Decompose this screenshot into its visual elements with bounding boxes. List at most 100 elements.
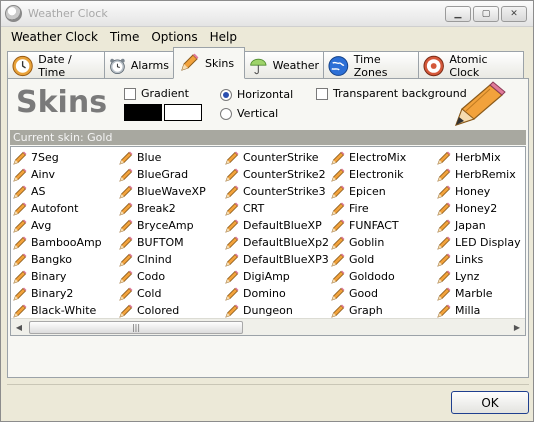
skin-list-item[interactable]: CounterStrike (225, 149, 331, 166)
skin-list-item[interactable]: BlueWaveXP (119, 183, 225, 200)
menu-help[interactable]: Help (204, 30, 243, 44)
menu-weather-clock[interactable]: Weather Clock (5, 30, 104, 44)
scroll-right-arrow[interactable]: ▶ (509, 320, 525, 335)
scroll-thumb[interactable]: ||| (29, 320, 243, 334)
window-controls: ▁ ▢ ✕ (445, 5, 533, 22)
skins-column: ElectroMix Electronik Epicen Fire FUNFACT Gob… (331, 149, 437, 336)
skin-list-item[interactable]: CounterStrike3 (225, 183, 331, 200)
horizontal-radio[interactable]: Horizontal (220, 88, 293, 101)
skin-list-item[interactable]: Links (437, 251, 534, 268)
skin-list-item[interactable]: FUNFACT (331, 217, 437, 234)
skin-list-item[interactable]: Electronik (331, 166, 437, 183)
transparent-checkbox-box[interactable] (316, 87, 328, 100)
skin-list-item[interactable]: Binary2 (13, 285, 119, 302)
tab-skins-label: Skins (205, 56, 235, 70)
skin-list-item[interactable]: CounterStrike2 (225, 166, 331, 183)
skin-name: Dungeon (243, 304, 293, 317)
skin-list-item[interactable]: ElectroMix (331, 149, 437, 166)
menu-time[interactable]: Time (104, 30, 145, 44)
skin-list-item[interactable]: Japan (437, 217, 534, 234)
skin-list-item[interactable]: Avg (13, 217, 119, 234)
skin-list-item[interactable]: Codo (119, 268, 225, 285)
tab-skins[interactable]: Skins (173, 47, 245, 79)
skin-list-item[interactable]: Honey2 (437, 200, 534, 217)
maximize-icon: ▢ (481, 8, 491, 19)
skin-name: Milla (455, 304, 481, 317)
skin-list-item[interactable]: Milla (437, 302, 534, 319)
skin-list-item[interactable]: Domino (225, 285, 331, 302)
skin-list-item[interactable]: Ainv (13, 166, 119, 183)
color2-swatch[interactable] (164, 104, 202, 121)
scroll-left-arrow[interactable]: ◀ (11, 320, 27, 335)
skin-list-item[interactable]: Graph (331, 302, 437, 319)
color1-swatch[interactable] (124, 104, 162, 121)
skin-name: Domino (243, 287, 286, 300)
skin-list-item[interactable]: BambooAmp (13, 234, 119, 251)
skin-list-item[interactable]: Goblin (331, 234, 437, 251)
skin-list-item[interactable]: HerbMix (437, 149, 534, 166)
tab-weather[interactable]: Weather (244, 51, 324, 79)
skin-list-item[interactable]: Clnind (119, 251, 225, 268)
pencil-icon (119, 202, 133, 216)
close-icon: ✕ (510, 8, 518, 19)
skin-name: Binary (31, 270, 67, 283)
minimize-button[interactable]: ▁ (445, 5, 471, 22)
skin-list-item[interactable]: Black-White (13, 302, 119, 319)
skin-list-item[interactable]: DefaultBlueXP3 (225, 251, 331, 268)
skin-list-item[interactable]: Good (331, 285, 437, 302)
vertical-radio[interactable]: Vertical (220, 107, 278, 120)
skin-list-item[interactable]: Honey (437, 183, 534, 200)
skin-list-item[interactable]: Bangko (13, 251, 119, 268)
gradient-checkbox[interactable]: Gradient (124, 87, 189, 100)
skin-list-item[interactable]: Marble (437, 285, 534, 302)
skin-list-item[interactable]: Dungeon (225, 302, 331, 319)
skin-list-item[interactable]: Goldodo (331, 268, 437, 285)
vertical-radio-circle[interactable] (220, 107, 232, 120)
skin-list-item[interactable]: AS (13, 183, 119, 200)
skin-list-item[interactable]: Cold (119, 285, 225, 302)
transparent-background-checkbox[interactable]: Transparent background (316, 87, 467, 100)
pencil-icon (331, 236, 345, 250)
skin-list-item[interactable]: BUFTOM (119, 234, 225, 251)
skin-list-item[interactable]: Binary (13, 268, 119, 285)
skin-name: BlueGrad (137, 168, 189, 181)
ok-button[interactable]: OK (451, 391, 529, 414)
skin-name: DigiAmp (243, 270, 290, 283)
horizontal-radio-circle[interactable] (220, 88, 232, 101)
skin-list-item[interactable]: CRT (225, 200, 331, 217)
skin-list-item[interactable]: 7Seg (13, 149, 119, 166)
target-clock-icon (423, 55, 444, 76)
close-button[interactable]: ✕ (501, 5, 527, 22)
skin-list-item[interactable]: Blue (119, 149, 225, 166)
skin-list-item[interactable]: DefaultBlueXp2 (225, 234, 331, 251)
pencil-icon (225, 253, 239, 267)
horizontal-scrollbar[interactable]: ◀ ||| ▶ (11, 318, 525, 335)
tab-time-zones[interactable]: Time Zones (323, 51, 419, 79)
skins-column: Blue BlueGrad BlueWaveXP Break2 BryceAmp BUFT… (119, 149, 225, 336)
skin-list-item[interactable]: Break2 (119, 200, 225, 217)
skin-list-item[interactable]: DigiAmp (225, 268, 331, 285)
skin-list-item[interactable]: Fire (331, 200, 437, 217)
skin-list-item[interactable]: Gold (331, 251, 437, 268)
skins-panel: Skins Gradient Horizontal Vertical Trans… (7, 78, 529, 378)
tab-alarms[interactable]: Alarms (104, 51, 174, 79)
skin-list-item[interactable]: Epicen (331, 183, 437, 200)
menu-options[interactable]: Options (145, 30, 203, 44)
pencil-icon (119, 151, 133, 165)
chevron-right-icon: ▶ (513, 322, 521, 332)
skin-list-item[interactable]: HerbRemix (437, 166, 534, 183)
skin-list-item[interactable]: LED Display (437, 234, 534, 251)
skin-list-item[interactable]: DefaultBlueXP (225, 217, 331, 234)
skin-list-item[interactable]: Lynz (437, 268, 534, 285)
tab-atomic-clock[interactable]: Atomic Clock (418, 51, 524, 79)
title-bar[interactable]: Weather Clock ▁ ▢ ✕ (1, 1, 533, 27)
skin-list-item[interactable]: BlueGrad (119, 166, 225, 183)
skin-list-item[interactable]: Autofont (13, 200, 119, 217)
scroll-track[interactable]: ||| (27, 320, 509, 335)
skin-list-item[interactable]: Colored (119, 302, 225, 319)
maximize-button[interactable]: ▢ (473, 5, 499, 22)
tab-date-time[interactable]: Date / Time (7, 51, 105, 79)
gradient-checkbox-box[interactable] (124, 87, 136, 100)
pencil-icon (13, 236, 27, 250)
skin-list-item[interactable]: BryceAmp (119, 217, 225, 234)
